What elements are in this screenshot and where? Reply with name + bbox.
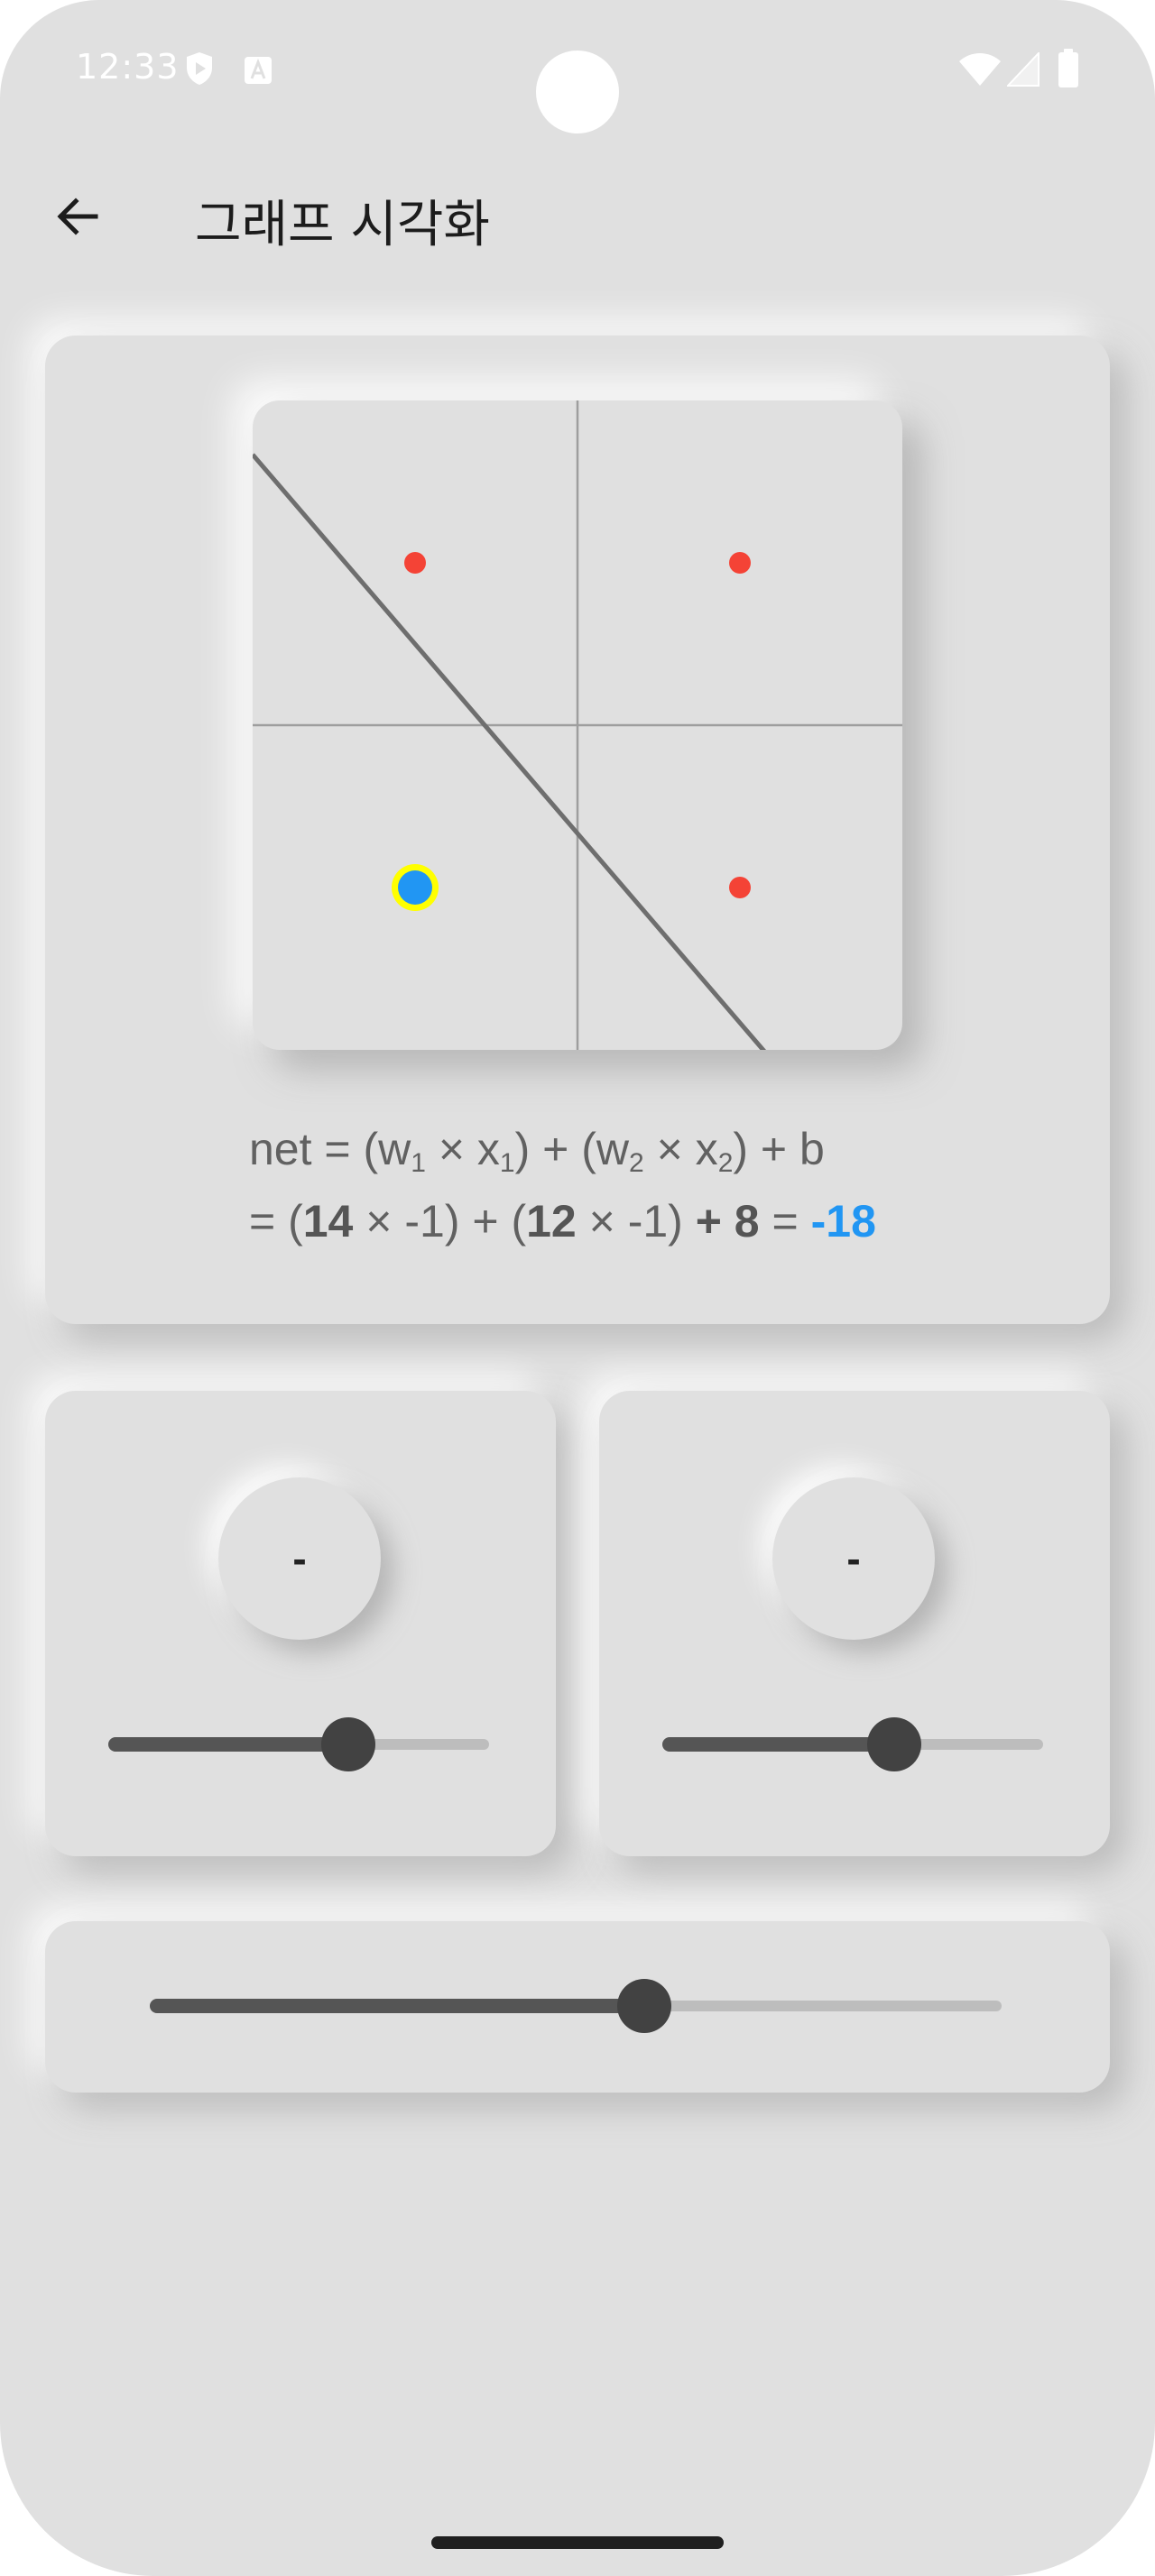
formula-prefix: net = (w xyxy=(249,1124,411,1174)
slider-thumb[interactable] xyxy=(616,1979,671,2033)
formula-eq-open: = ( xyxy=(249,1196,303,1247)
formula-eq: = xyxy=(759,1196,811,1247)
formula-sub-x1: 1 xyxy=(499,1148,515,1178)
formula-sub-w2: 2 xyxy=(629,1148,644,1178)
slider-thumb[interactable] xyxy=(320,1717,375,1771)
phone-screen: 12:33 그래프 시각화 net = (w1 × x1) + (w2 × x2… xyxy=(0,0,1155,2576)
battery-icon xyxy=(1058,49,1078,87)
formula-x2-part: × -1) xyxy=(576,1196,696,1247)
slider-thumb[interactable] xyxy=(867,1717,922,1771)
graph-points xyxy=(392,552,751,911)
signal-icon xyxy=(1007,52,1040,87)
formula-suffix: ) + b xyxy=(733,1124,825,1174)
weight-1-slider[interactable] xyxy=(108,1717,489,1771)
formula-w1-value: 14 xyxy=(302,1196,354,1247)
camera-cutout xyxy=(536,51,619,133)
arrow-left-icon xyxy=(57,198,98,235)
home-indicator[interactable] xyxy=(431,2536,724,2549)
formula-mid: ) + (w xyxy=(514,1124,630,1174)
slider-active-track xyxy=(662,1737,895,1752)
wifi-icon xyxy=(959,53,1001,86)
decision-boundary-graph xyxy=(253,400,902,1050)
slider-active-track xyxy=(150,1999,644,2013)
back-button[interactable] xyxy=(40,179,116,254)
data-point[interactable] xyxy=(404,552,426,574)
formula-bias-part: + 8 xyxy=(695,1196,760,1247)
formula-x1-part: × -1) + ( xyxy=(353,1196,527,1247)
app-bar: 그래프 시각화 xyxy=(0,162,1155,271)
graph-panel[interactable] xyxy=(253,400,902,1050)
shield-play-icon xyxy=(187,52,212,85)
formula-times-2: × x xyxy=(643,1124,718,1174)
formula-sub-w1: 1 xyxy=(411,1148,426,1178)
input-2-card: - xyxy=(599,1391,1110,1856)
bias-card xyxy=(45,1921,1110,2093)
formula-times-1: × x xyxy=(425,1124,500,1174)
data-point[interactable] xyxy=(729,877,751,898)
selected-data-point[interactable] xyxy=(398,870,432,905)
data-point[interactable] xyxy=(729,552,751,574)
formula-numeric: = (14 × -1) + (12 × -1) + 8 = -18 xyxy=(249,1195,971,1247)
page-title: 그래프 시각화 xyxy=(195,196,490,254)
status-bar: 12:33 xyxy=(0,0,1155,135)
font-a-icon xyxy=(245,57,272,84)
formula-sub-x2: 2 xyxy=(717,1148,734,1178)
formula-w2-value: 12 xyxy=(526,1196,577,1247)
input-2-toggle-button[interactable]: - xyxy=(772,1477,935,1640)
bias-slider[interactable] xyxy=(150,1979,1002,2033)
weight-2-slider[interactable] xyxy=(662,1717,1043,1771)
input-1-toggle-button[interactable]: - xyxy=(218,1477,381,1640)
formula-symbolic: net = (w1 × x1) + (w2 × x2) + b xyxy=(249,1123,971,1178)
status-time: 12:33 xyxy=(76,47,180,87)
formula-result: -18 xyxy=(810,1196,876,1247)
input-1-card: - xyxy=(45,1391,556,1856)
graph-card: net = (w1 × x1) + (w2 × x2) + b = (14 × … xyxy=(45,336,1110,1324)
slider-active-track xyxy=(108,1737,348,1752)
